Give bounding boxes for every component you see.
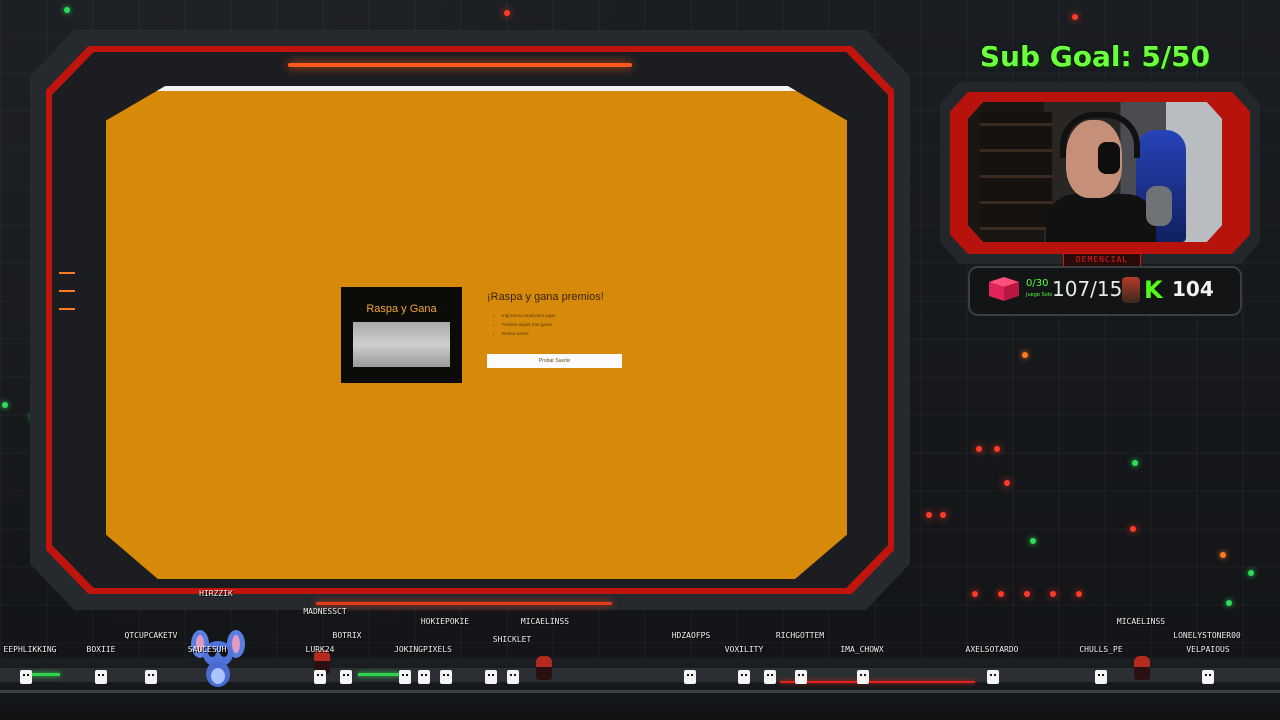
rail-red-glow bbox=[780, 681, 975, 683]
chat-avatar-name: CHULLS_PE bbox=[1079, 645, 1123, 654]
mascot-icon bbox=[1122, 277, 1140, 303]
avatar-character bbox=[536, 656, 552, 680]
frame-bottom-glow bbox=[316, 602, 612, 605]
chat-avatar bbox=[1095, 670, 1107, 684]
led-green bbox=[1030, 538, 1036, 544]
promo-list-item: Puedes seguir tras ganar bbox=[502, 320, 556, 329]
led-red bbox=[926, 512, 932, 518]
stitch-avatar-icon bbox=[191, 630, 245, 687]
kick-logo-icon: K bbox=[1144, 276, 1163, 304]
chat-avatar bbox=[987, 670, 999, 684]
chat-avatar-name: MICAELINSS bbox=[1116, 617, 1166, 626]
promo-list-item: Ingresa tu email para jugar bbox=[502, 311, 556, 320]
led-red bbox=[504, 10, 510, 16]
avatar-character bbox=[1134, 656, 1150, 680]
chat-avatar bbox=[738, 670, 750, 684]
kick-count: 104 bbox=[1172, 277, 1214, 301]
led-orange bbox=[1022, 352, 1028, 358]
scratch-card: Raspa y Gana bbox=[341, 287, 462, 383]
gift-box-icon bbox=[989, 277, 1019, 301]
led-red bbox=[1076, 591, 1082, 597]
led-red bbox=[1004, 480, 1010, 486]
chat-avatar-name: MADNESSCT bbox=[303, 607, 347, 616]
chat-avatar-name: AXELSOTARDO bbox=[965, 645, 1019, 654]
promo-heading: ¡Raspa y gana premios! bbox=[487, 291, 604, 303]
chat-avatar bbox=[795, 670, 807, 684]
chat-avatar bbox=[507, 670, 519, 684]
chat-avatar-name: BOXIIE bbox=[86, 645, 116, 654]
led-red bbox=[976, 446, 982, 452]
chat-avatar-name: SAUCESUH bbox=[187, 645, 227, 654]
microphone-icon bbox=[1146, 186, 1172, 226]
browser-top-bar bbox=[106, 86, 847, 91]
chat-avatar bbox=[145, 670, 157, 684]
browser-capture: Raspa y Gana ¡Raspa y gana premios! Ingr… bbox=[106, 86, 847, 579]
chat-avatar bbox=[764, 670, 776, 684]
chat-avatar bbox=[399, 670, 411, 684]
scratch-card-title: Raspa y Gana bbox=[366, 303, 437, 315]
rail-green-glow bbox=[30, 673, 60, 676]
led-red bbox=[1050, 591, 1056, 597]
led-red bbox=[994, 446, 1000, 452]
promo-list-item: Buena suerte bbox=[502, 329, 556, 338]
juego-label: Juego Solo bbox=[1026, 292, 1053, 298]
chat-avatar-name: LURK24 bbox=[305, 645, 335, 654]
promo-list: Ingresa tu email para jugar Puedes segui… bbox=[494, 311, 556, 338]
chat-avatar-name: RICHGOTTEM bbox=[775, 631, 825, 640]
chat-avatar bbox=[485, 670, 497, 684]
led-orange bbox=[1220, 552, 1226, 558]
chat-avatar-name: VOXILITY bbox=[724, 645, 764, 654]
chat-avatar bbox=[95, 670, 107, 684]
chat-avatar-name: IMA_CHOWX bbox=[840, 645, 884, 654]
shelf-image bbox=[980, 112, 1052, 230]
webcam-feed bbox=[968, 102, 1222, 242]
led-green bbox=[1248, 570, 1254, 576]
led-green bbox=[64, 7, 70, 13]
sub-goal-text: Sub Goal: 5/50 bbox=[979, 40, 1211, 73]
led-red bbox=[940, 512, 946, 518]
chat-avatar-name: EEPHLIKKING bbox=[3, 645, 57, 654]
chat-avatar-name: BOTRIX bbox=[332, 631, 362, 640]
chat-avatar bbox=[684, 670, 696, 684]
led-red bbox=[1072, 14, 1078, 20]
chat-avatar-name: VELPAIOUS bbox=[1186, 645, 1230, 654]
streamer-torso bbox=[1046, 194, 1156, 242]
chat-avatar bbox=[1202, 670, 1214, 684]
chat-avatar bbox=[20, 670, 32, 684]
chat-avatar-name: HIRZZIK bbox=[199, 589, 233, 598]
led-green bbox=[2, 402, 8, 408]
cam-label: DEMENCIAL bbox=[1063, 253, 1141, 267]
scratch-area[interactable] bbox=[353, 322, 450, 367]
led-red bbox=[1024, 591, 1030, 597]
stats-bar: 0/30 Juego Solo 107/150 K 104 bbox=[968, 266, 1242, 316]
chat-avatar-name: LONELYSTONER00 bbox=[1173, 631, 1241, 640]
play-button[interactable]: Probar Suerte bbox=[487, 354, 622, 368]
chat-avatar bbox=[857, 670, 869, 684]
chat-avatar-name: HOKIEPOKIE bbox=[420, 617, 470, 626]
chat-avatar bbox=[440, 670, 452, 684]
chat-avatar bbox=[314, 670, 326, 684]
chat-avatar bbox=[418, 670, 430, 684]
led-red bbox=[1130, 526, 1136, 532]
chat-avatar-name: HDZAOFPS bbox=[671, 631, 711, 640]
led-red bbox=[972, 591, 978, 597]
led-green bbox=[1132, 460, 1138, 466]
rail-green-glow bbox=[358, 673, 400, 676]
frame-top-glow bbox=[288, 63, 632, 67]
led-green bbox=[1226, 600, 1232, 606]
chat-avatar-name: MICAELINSS bbox=[520, 617, 570, 626]
chat-avatar-name: QTCUPCAKETV bbox=[124, 631, 178, 640]
chat-avatar bbox=[340, 670, 352, 684]
headset-earcup bbox=[1098, 142, 1120, 174]
led-red bbox=[998, 591, 1004, 597]
chat-avatar-name: JOKINGPIXELS bbox=[394, 645, 452, 654]
chat-avatar-name: SHICKLET bbox=[492, 635, 532, 644]
floor-line bbox=[0, 690, 1280, 693]
juego-count: 0/30 bbox=[1026, 278, 1049, 289]
